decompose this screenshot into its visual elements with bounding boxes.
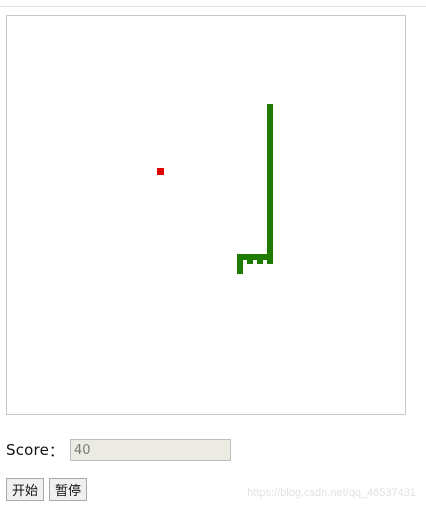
score-row: Score ：	[6, 438, 232, 462]
snake-segment	[267, 164, 273, 174]
score-label: Score	[6, 441, 50, 459]
snake-segment	[267, 194, 273, 204]
snake-segment	[267, 184, 273, 194]
snake-segment	[267, 124, 273, 134]
snake-segment	[237, 254, 271, 260]
top-divider	[0, 6, 426, 7]
snake-segment	[267, 114, 273, 124]
snake-segment	[237, 264, 243, 274]
snake-segment	[267, 204, 273, 214]
snake-head	[267, 104, 273, 114]
snake-segment	[267, 244, 273, 254]
snake-segment	[267, 234, 273, 244]
food-pellet	[157, 168, 164, 175]
pause-button[interactable]: 暂停	[49, 478, 88, 501]
snake-segment	[267, 224, 273, 234]
watermark: https://blog.csdn.net/qq_46537431	[247, 487, 416, 499]
snake-segment	[267, 214, 273, 224]
score-colon: ：	[49, 441, 65, 460]
snake-segment	[267, 154, 273, 164]
game-board-canvas	[157, 104, 273, 274]
control-buttons: 开始 暂停	[6, 478, 88, 501]
snake-segment	[267, 144, 273, 154]
snake-segment	[267, 134, 273, 144]
snake-segment	[267, 174, 273, 184]
score-field	[70, 439, 232, 461]
game-board[interactable]	[6, 15, 406, 415]
start-button[interactable]: 开始	[6, 478, 45, 501]
